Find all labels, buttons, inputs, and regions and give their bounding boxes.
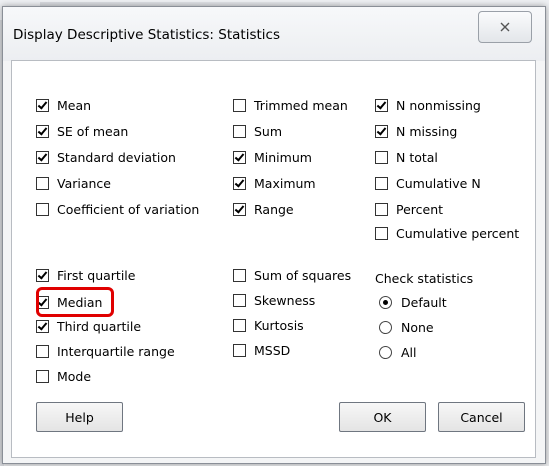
checkbox-label: Range	[254, 201, 294, 217]
checkbox-box[interactable]	[233, 268, 246, 282]
radio-circle[interactable]	[379, 320, 392, 334]
checkbox-box[interactable]	[36, 268, 49, 282]
ok-button[interactable]: OK	[339, 402, 426, 432]
checkbox-label: Mean	[57, 97, 92, 113]
checkbox-label: Minimum	[254, 149, 312, 165]
checkbox-sum[interactable]: Sum	[233, 122, 282, 140]
checkbox-n-total[interactable]: N total	[375, 148, 438, 166]
radio-default[interactable]: Default	[379, 293, 447, 311]
checkbox-variance[interactable]: Variance	[36, 174, 111, 192]
checkbox-label: Cumulative percent	[396, 225, 520, 241]
checkbox-label: Maximum	[254, 175, 316, 191]
checkbox-interquartile-range[interactable]: Interquartile range	[36, 342, 175, 360]
dialog-client-area: Mean SE of mean Standard deviation Varia…	[11, 60, 536, 458]
radio-label: None	[401, 319, 434, 335]
statistics-dialog: Display Descriptive Statistics: Statisti…	[2, 6, 546, 464]
checkbox-third-quartile[interactable]: Third quartile	[36, 317, 141, 335]
radio-none[interactable]: None	[379, 318, 434, 336]
checkbox-mean[interactable]: Mean	[36, 96, 91, 114]
checkbox-n-missing[interactable]: N missing	[375, 122, 457, 140]
checkbox-box[interactable]	[36, 344, 49, 358]
checkbox-label: N missing	[396, 123, 458, 139]
checkbox-box[interactable]	[36, 369, 49, 383]
radio-all[interactable]: All	[379, 343, 417, 361]
checkbox-label: Standard deviation	[57, 149, 176, 165]
checkbox-box[interactable]	[233, 293, 246, 307]
checkbox-label: N nonmissing	[396, 97, 481, 113]
checkbox-mssd[interactable]: MSSD	[233, 341, 290, 359]
check-statistics-title: Check statistics	[375, 271, 474, 286]
checkbox-box[interactable]	[375, 124, 388, 138]
checkbox-first-quartile[interactable]: First quartile	[36, 266, 135, 284]
checkbox-box[interactable]	[233, 176, 246, 190]
checkbox-trimmed-mean[interactable]: Trimmed mean	[233, 96, 348, 114]
checkbox-mode[interactable]: Mode	[36, 367, 91, 385]
checkbox-standard-deviation[interactable]: Standard deviation	[36, 148, 176, 166]
help-button[interactable]: Help	[36, 402, 123, 432]
checkbox-box[interactable]	[233, 150, 246, 164]
checkbox-label: MSSD	[254, 342, 291, 358]
cancel-button[interactable]: Cancel	[438, 402, 525, 432]
radio-circle[interactable]	[379, 345, 392, 359]
checkbox-box[interactable]	[375, 202, 388, 216]
checkbox-box[interactable]	[36, 176, 49, 190]
median-highlight-box	[36, 287, 114, 317]
checkbox-label: First quartile	[57, 267, 136, 283]
checkbox-label: Kurtosis	[254, 317, 304, 333]
checkbox-label: Variance	[57, 175, 111, 191]
radio-label: Default	[401, 294, 447, 310]
title-bar[interactable]: Display Descriptive Statistics: Statisti…	[3, 7, 545, 61]
checkbox-maximum[interactable]: Maximum	[233, 174, 316, 192]
checkbox-box[interactable]	[375, 176, 388, 190]
checkbox-box[interactable]	[233, 98, 246, 112]
checkbox-label: Coefficient of variation	[57, 201, 200, 217]
checkbox-skewness[interactable]: Skewness	[233, 291, 315, 309]
checkbox-label: Sum	[254, 123, 283, 139]
checkbox-box[interactable]	[233, 124, 246, 138]
checkbox-cumulative-percent[interactable]: Cumulative percent	[375, 224, 519, 242]
checkbox-box[interactable]	[375, 150, 388, 164]
checkbox-box[interactable]	[36, 202, 49, 216]
checkbox-label: Mode	[57, 368, 92, 384]
checkbox-label: Trimmed mean	[254, 97, 348, 113]
close-button[interactable]	[478, 11, 532, 43]
checkbox-box[interactable]	[36, 124, 49, 138]
checkbox-label: Sum of squares	[254, 267, 352, 283]
checkbox-label: Interquartile range	[57, 343, 175, 359]
checkbox-cumulative-n[interactable]: Cumulative N	[375, 174, 481, 192]
checkbox-box[interactable]	[233, 318, 246, 332]
checkbox-box[interactable]	[233, 202, 246, 216]
close-icon	[500, 22, 510, 32]
checkbox-sum-of-squares[interactable]: Sum of squares	[233, 266, 351, 284]
checkbox-minimum[interactable]: Minimum	[233, 148, 312, 166]
checkbox-label: Skewness	[254, 292, 316, 308]
checkbox-box[interactable]	[36, 319, 49, 333]
checkbox-box[interactable]	[375, 98, 388, 112]
radio-label: All	[401, 344, 417, 360]
checkbox-label: Percent	[396, 201, 444, 217]
checkbox-box[interactable]	[36, 150, 49, 164]
checkbox-n-nonmissing[interactable]: N nonmissing	[375, 96, 481, 114]
checkbox-label: SE of mean	[57, 123, 129, 139]
checkbox-label: N total	[396, 149, 438, 165]
checkbox-se-of-mean[interactable]: SE of mean	[36, 122, 128, 140]
checkbox-box[interactable]	[36, 98, 49, 112]
checkbox-range[interactable]: Range	[233, 200, 294, 218]
checkbox-label: Cumulative N	[396, 175, 481, 191]
dialog-title: Display Descriptive Statistics: Statisti…	[13, 27, 280, 43]
checkbox-label: Third quartile	[57, 318, 142, 334]
checkbox-box[interactable]	[375, 226, 388, 240]
checkbox-percent[interactable]: Percent	[375, 200, 443, 218]
checkbox-coefficient-of-variation[interactable]: Coefficient of variation	[36, 200, 199, 218]
checkbox-box[interactable]	[233, 343, 246, 357]
radio-circle[interactable]	[379, 295, 392, 309]
checkbox-kurtosis[interactable]: Kurtosis	[233, 316, 304, 334]
